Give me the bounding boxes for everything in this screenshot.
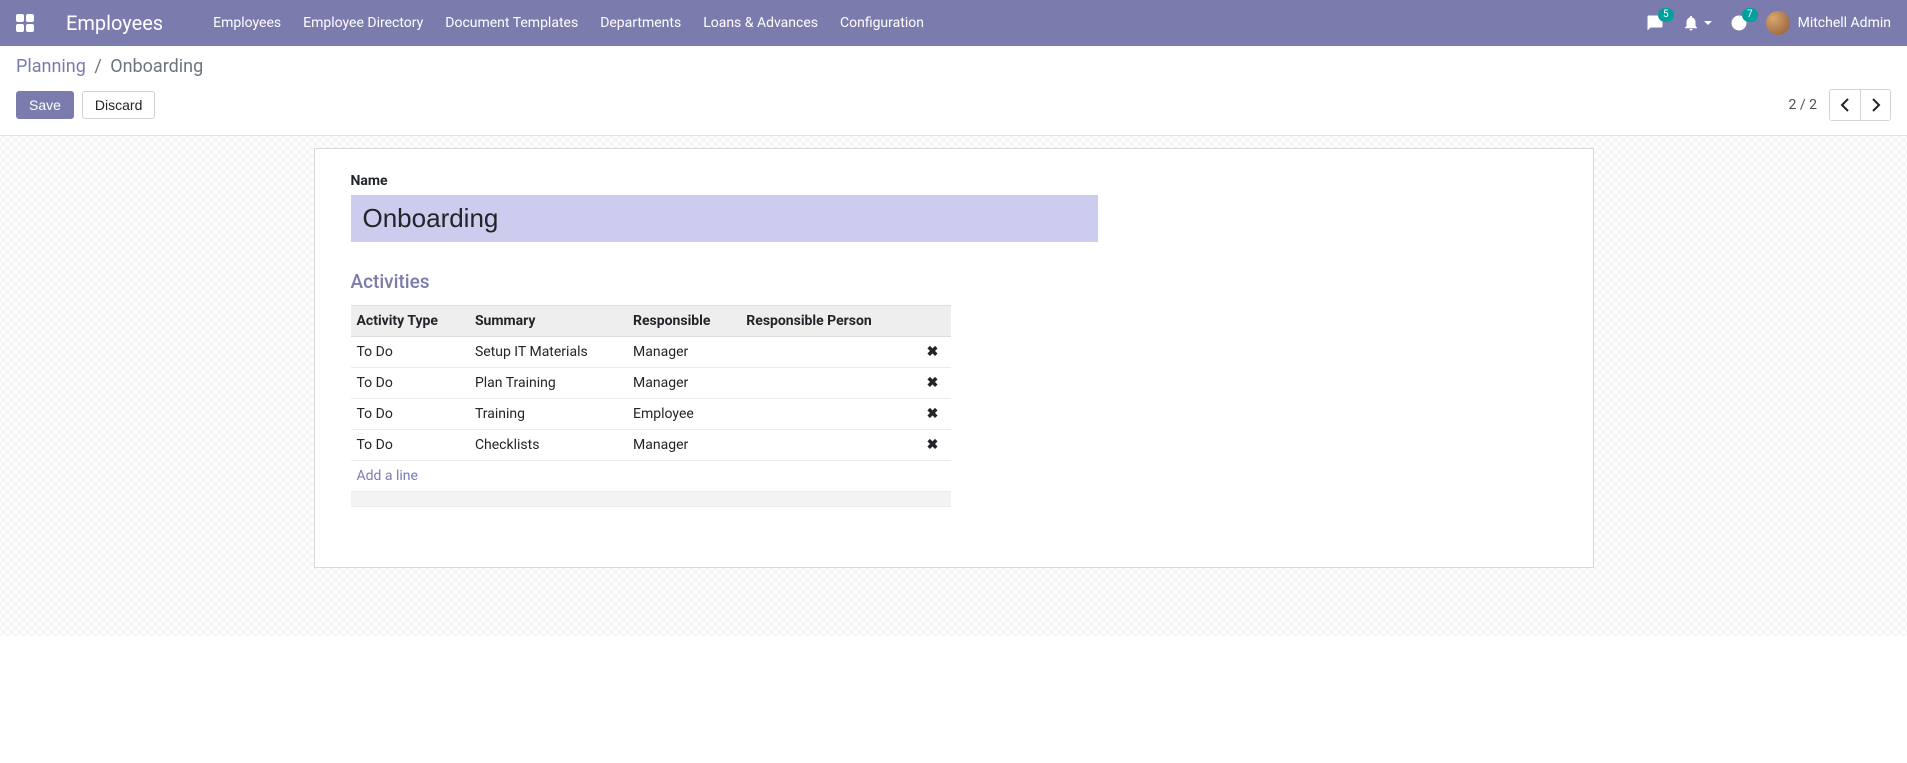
nav-loans-advances[interactable]: Loans & Advances: [703, 15, 818, 31]
breadcrumb-parent[interactable]: Planning: [16, 56, 86, 77]
col-summary[interactable]: Summary: [469, 306, 627, 337]
main-nav: Employees Employee Directory Document Te…: [213, 15, 924, 31]
form-sheet: Name Activities Activity Type Summary Re…: [314, 148, 1594, 568]
nav-configuration[interactable]: Configuration: [840, 15, 924, 31]
avatar: [1766, 11, 1790, 35]
col-delete: [915, 306, 951, 337]
close-icon: ✖: [927, 406, 939, 422]
cell-summary[interactable]: Setup IT Materials: [469, 337, 627, 368]
cell-activity-type[interactable]: To Do: [351, 337, 469, 368]
name-input[interactable]: [351, 195, 1099, 242]
nav-employee-directory[interactable]: Employee Directory: [303, 15, 423, 31]
col-responsible-person[interactable]: Responsible Person: [740, 306, 914, 337]
chevron-down-icon: [1704, 21, 1712, 25]
table-row[interactable]: To DoSetup IT MaterialsManager ✖: [351, 337, 951, 368]
name-label: Name: [351, 173, 1557, 189]
breadcrumb-current: Onboarding: [110, 56, 203, 77]
discard-button[interactable]: Discard: [82, 91, 155, 119]
col-activity-type[interactable]: Activity Type: [351, 306, 469, 337]
table-row[interactable]: To DoPlan TrainingManager ✖: [351, 368, 951, 399]
cell-responsible[interactable]: Manager: [627, 368, 740, 399]
cell-summary[interactable]: Plan Training: [469, 368, 627, 399]
add-line-link[interactable]: Add a line: [357, 468, 418, 484]
cell-activity-type[interactable]: To Do: [351, 399, 469, 430]
nav-employees[interactable]: Employees: [213, 15, 281, 31]
cell-responsible-person[interactable]: [740, 337, 914, 368]
breadcrumb-separator: /: [94, 56, 101, 77]
delete-row-button[interactable]: ✖: [915, 399, 951, 430]
activities-section-title: Activities: [351, 270, 1557, 293]
activities-badge: 7: [1742, 8, 1758, 22]
user-name: Mitchell Admin: [1798, 15, 1891, 31]
cell-responsible-person[interactable]: [740, 399, 914, 430]
control-bar: Planning / Onboarding Save Discard 2 / 2: [0, 46, 1907, 136]
delete-row-button[interactable]: ✖: [915, 337, 951, 368]
activities-clock-icon[interactable]: 7: [1730, 14, 1748, 32]
pager-text: 2 / 2: [1789, 97, 1817, 113]
activities-table: Activity Type Summary Responsible Respon…: [351, 305, 951, 507]
cell-responsible[interactable]: Employee: [627, 399, 740, 430]
save-button[interactable]: Save: [16, 91, 74, 119]
cell-summary[interactable]: Checklists: [469, 430, 627, 461]
col-responsible[interactable]: Responsible: [627, 306, 740, 337]
app-brand[interactable]: Employees: [66, 11, 163, 35]
nav-document-templates[interactable]: Document Templates: [445, 15, 578, 31]
cell-summary[interactable]: Training: [469, 399, 627, 430]
table-scroll-footer: [351, 492, 951, 507]
pager-next-button[interactable]: [1860, 90, 1890, 120]
delete-row-button[interactable]: ✖: [915, 368, 951, 399]
pager: 2 / 2: [1789, 89, 1891, 121]
messages-badge: 5: [1658, 8, 1674, 22]
form-canvas: Name Activities Activity Type Summary Re…: [0, 136, 1907, 636]
cell-activity-type[interactable]: To Do: [351, 368, 469, 399]
user-menu[interactable]: Mitchell Admin: [1766, 11, 1891, 35]
delete-row-button[interactable]: ✖: [915, 430, 951, 461]
close-icon: ✖: [927, 375, 939, 391]
nav-departments[interactable]: Departments: [600, 15, 681, 31]
notifications-icon[interactable]: [1682, 14, 1712, 32]
cell-responsible-person[interactable]: [740, 368, 914, 399]
messages-icon[interactable]: 5: [1646, 14, 1664, 32]
cell-responsible-person[interactable]: [740, 430, 914, 461]
cell-responsible[interactable]: Manager: [627, 430, 740, 461]
cell-activity-type[interactable]: To Do: [351, 430, 469, 461]
close-icon: ✖: [927, 437, 939, 453]
topbar: Employees Employees Employee Directory D…: [0, 0, 1907, 46]
breadcrumb: Planning / Onboarding: [16, 56, 1891, 77]
pager-prev-button[interactable]: [1830, 90, 1860, 120]
cell-responsible[interactable]: Manager: [627, 337, 740, 368]
table-row[interactable]: To DoTrainingEmployee ✖: [351, 399, 951, 430]
table-row[interactable]: To DoChecklistsManager ✖: [351, 430, 951, 461]
close-icon: ✖: [927, 344, 939, 360]
apps-icon[interactable]: [16, 14, 34, 32]
